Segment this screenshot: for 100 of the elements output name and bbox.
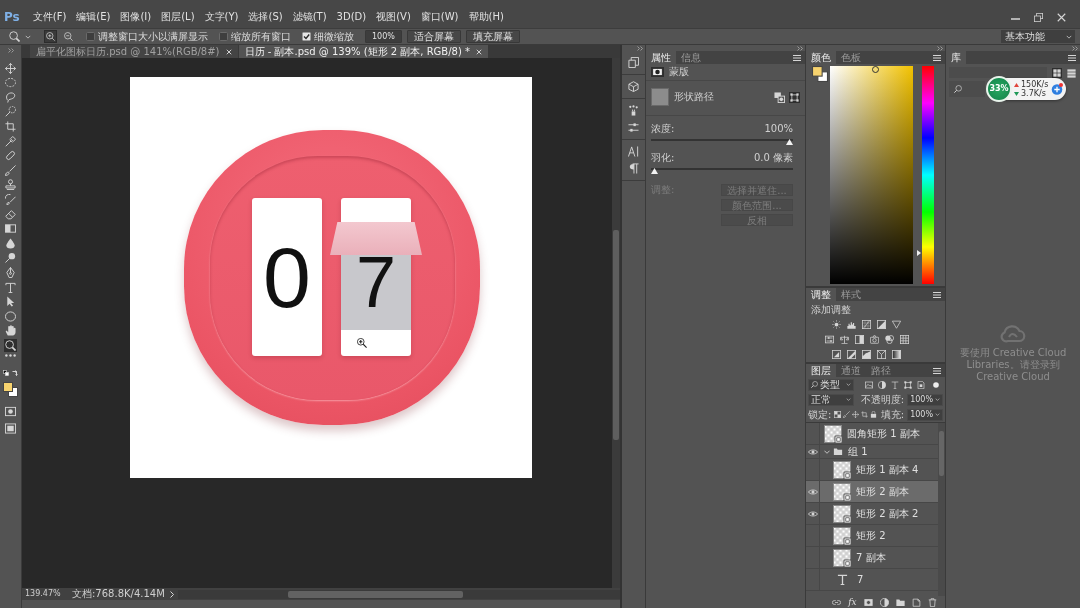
layer-row[interactable]: 组 1 [806, 445, 938, 459]
zoom-icon[interactable] [9, 31, 20, 42]
scales-icon[interactable] [839, 335, 849, 344]
half-square-icon[interactable] [854, 335, 864, 344]
checkerboard-icon[interactable] [834, 411, 842, 418]
collapse-icon[interactable] [637, 45, 643, 51]
dashed-ellipse-icon[interactable] [4, 76, 17, 90]
layer-row[interactable]: 矩形 2 副本 [806, 481, 938, 503]
move-arrows-icon[interactable] [852, 411, 860, 418]
stripe-square-icon[interactable] [847, 350, 856, 359]
fill-field[interactable]: 100% [907, 408, 943, 421]
half-circle-icon[interactable] [878, 380, 886, 389]
vertical-scrollbar[interactable] [612, 58, 620, 588]
eye-icon[interactable] [807, 448, 818, 455]
history-brush-icon[interactable] [4, 192, 17, 206]
diagonal-split-icon[interactable] [877, 320, 886, 329]
camera-icon[interactable] [869, 335, 879, 344]
list-view-icon[interactable] [1067, 68, 1076, 78]
scrollbar-thumb[interactable] [939, 431, 944, 476]
paragraph-icon[interactable] [628, 163, 639, 174]
stacked-pages-icon[interactable] [628, 57, 639, 68]
caret-icon[interactable] [25, 34, 31, 39]
folder-icon[interactable] [895, 597, 905, 607]
layer-row[interactable]: 矩形 2 副本 2 [806, 503, 938, 525]
plus-disc-icon[interactable] [1051, 83, 1063, 95]
filter-toggle-icon[interactable] [933, 381, 939, 388]
menu-item[interactable]: 窗口(W) [415, 10, 464, 24]
close-icon[interactable] [476, 48, 483, 55]
menu-item[interactable]: 编辑(E) [71, 10, 116, 24]
quick-mask-icon[interactable] [5, 406, 16, 418]
checkbox[interactable] [219, 32, 228, 41]
panel-tab[interactable]: 路径 [866, 364, 896, 377]
gradient-icon[interactable] [4, 222, 17, 236]
grid-icon[interactable] [899, 335, 909, 344]
panel-tab[interactable]: 色板 [836, 51, 866, 64]
search-field[interactable] [949, 81, 985, 97]
lasso-icon[interactable] [4, 90, 17, 104]
color-field[interactable] [830, 66, 913, 284]
menu-item[interactable]: 图像(I) [115, 10, 157, 24]
collapse-icon[interactable] [797, 45, 803, 51]
menu-item[interactable]: 帮助(H) [463, 10, 509, 24]
crop-icon[interactable] [4, 119, 17, 133]
opacity-field[interactable]: 100% [907, 393, 943, 406]
sliders-icon[interactable] [628, 122, 639, 133]
panel-menu-icon[interactable] [793, 54, 801, 61]
menu-item[interactable]: 视图(V) [371, 10, 416, 24]
filter-type-dropdown[interactable]: 类型 [808, 378, 854, 391]
layer-row[interactable]: 7 副本 [806, 547, 938, 569]
document-tab[interactable]: 扁平化图标日历.psd @ 141%(RGB/8#) [30, 45, 238, 58]
cube-icon[interactable] [628, 81, 639, 92]
zoom-icon[interactable] [4, 338, 17, 352]
panel-menu-icon[interactable] [933, 54, 941, 61]
type-tool-icon[interactable] [4, 280, 17, 294]
collapse-icon[interactable] [7, 48, 14, 53]
crop-icon[interactable] [861, 411, 869, 418]
close-icon[interactable] [1057, 12, 1066, 22]
invert-square-icon[interactable] [832, 350, 841, 359]
brush-icon[interactable] [843, 411, 851, 418]
zoom-in-icon[interactable] [44, 30, 57, 43]
effects-button[interactable]: fx [848, 597, 857, 607]
swap-arrow-icon[interactable] [12, 370, 18, 377]
horizontal-scrollbar[interactable] [177, 589, 620, 599]
menu-item[interactable]: 3D(D) [331, 10, 372, 24]
square-corners-icon[interactable] [904, 380, 912, 389]
zoom-out-icon[interactable] [62, 30, 75, 43]
eraser-icon[interactable] [4, 207, 17, 221]
screen-mode-icon[interactable] [5, 422, 16, 434]
layer-row[interactable]: 矩形 2 [806, 525, 938, 547]
panel-menu-icon[interactable] [933, 367, 941, 374]
panel-tab[interactable]: 信息 [676, 51, 706, 64]
lollipop-icon[interactable] [4, 251, 17, 265]
image-icon[interactable] [865, 380, 873, 389]
three-circles-icon[interactable] [884, 335, 894, 344]
panel-tab[interactable]: 通道 [836, 364, 866, 377]
sun-icon[interactable] [832, 320, 841, 329]
menu-item[interactable]: 文件(F) [27, 10, 72, 24]
default-colors-icon[interactable] [3, 370, 9, 377]
hue-slider[interactable] [915, 66, 934, 284]
layer-row[interactable]: 圆角矩形 1 副本 [806, 423, 938, 445]
drop-icon[interactable] [4, 236, 17, 250]
pen-icon[interactable] [4, 265, 17, 279]
type-icon[interactable] [891, 380, 899, 389]
panel-tab[interactable]: 调整 [806, 288, 836, 301]
bandage-icon[interactable] [4, 149, 17, 163]
chevron-down-icon[interactable] [824, 449, 830, 454]
menu-item[interactable]: 文字(Y) [199, 10, 244, 24]
chevron-right-icon[interactable] [169, 590, 174, 598]
ellipsis-icon[interactable] [4, 353, 17, 359]
document-tab[interactable]: 日历 - 副本.psd @ 139% (矩形 2 副本, RGB/8) * [238, 45, 489, 58]
zoom-level-button[interactable]: 100% [365, 30, 402, 43]
collapse-icon[interactable] [937, 45, 943, 51]
restore-icon[interactable] [1034, 12, 1043, 22]
scrollbar-thumb[interactable] [287, 590, 463, 598]
mask-icon[interactable] [651, 67, 664, 77]
triangle-icon[interactable] [892, 320, 901, 329]
link-icon[interactable] [832, 597, 842, 607]
hand-icon[interactable] [4, 324, 17, 338]
blend-mode-dropdown[interactable]: 正常 [808, 393, 854, 406]
brush-icon[interactable] [4, 163, 17, 177]
layers-scrollbar[interactable] [938, 423, 945, 596]
